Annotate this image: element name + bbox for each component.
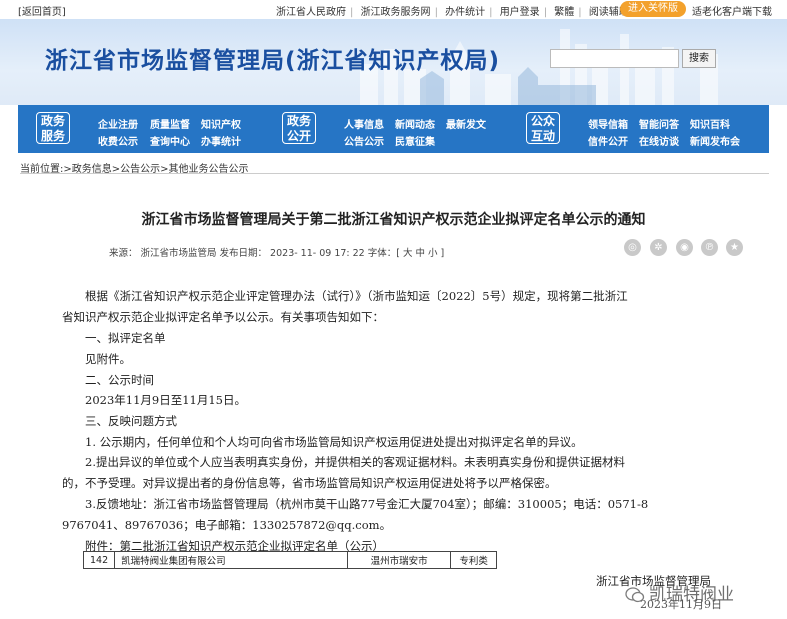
- attachment-table: 142 凯瑞特阀业集团有限公司 温州市瑞安市 专利类: [82, 551, 497, 569]
- divider: |: [578, 7, 582, 18]
- site-title: 浙江省市场监督管理局(浙江省知识产权局): [45, 48, 501, 74]
- article-paragraph: 见附件。: [85, 352, 131, 366]
- table-cell: 专利类: [450, 551, 497, 569]
- table-cell: 凯瑞特阀业集团有限公司: [114, 551, 349, 569]
- care-mode-button[interactable]: 进入关怀版: [620, 1, 686, 17]
- nav-group-gov-service[interactable]: 政务 服务: [36, 112, 70, 144]
- nav-item[interactable]: 在线访谈: [639, 133, 679, 148]
- nav-item[interactable]: 新闻发布会: [690, 133, 740, 148]
- nav-item[interactable]: 质量监督: [150, 116, 190, 131]
- divider: |: [434, 7, 438, 18]
- site-banner: 浙江省市场监督管理局(浙江省知识产权局) 搜索: [0, 19, 787, 105]
- elderly-app-download-link[interactable]: 适老化客户端下载: [692, 3, 772, 18]
- watermark: 凯瑞特阀业: [625, 580, 734, 605]
- nav-item[interactable]: 企业注册: [98, 116, 138, 131]
- nav-item[interactable]: 领导信箱: [588, 116, 628, 131]
- nav-item[interactable]: 民意征集: [395, 133, 435, 148]
- watermark-text: 凯瑞特阀业: [649, 585, 734, 605]
- main-nav: 政务 服务 企业注册 质量监督 知识产权 收费公示 查询中心 办事统计 政务 公开 …: [18, 105, 769, 153]
- table-cell: 142: [82, 551, 116, 569]
- article-title: 浙江省市场监督管理局关于第二批浙江省知识产权示范企业拟评定名单公示的通知: [141, 212, 646, 228]
- nav-item[interactable]: 人事信息: [344, 116, 384, 131]
- nav-item[interactable]: 智能问答: [639, 116, 679, 131]
- top-link-zj-gov[interactable]: 浙江省人民政府: [276, 7, 346, 18]
- nav-item[interactable]: 信件公开: [588, 133, 628, 148]
- article-paragraph: 3.反馈地址：浙江省市场监督管理局（杭州市莫干山路77号金汇大厦704室）；邮编…: [85, 497, 649, 511]
- search-button[interactable]: 搜索: [682, 49, 716, 68]
- divider: [20, 173, 769, 174]
- nav-group-gov-open[interactable]: 政务 公开: [282, 112, 316, 144]
- top-link-traditional[interactable]: 繁體: [554, 7, 574, 18]
- nav-item[interactable]: 最新发文: [446, 116, 486, 131]
- article-paragraph: 三、反映问题方式: [85, 414, 177, 428]
- top-links: 浙江省人民政府 | 浙江政务服务网 | 办件统计 | 用户登录 | 繁體 | 阅读辅助: [274, 3, 631, 18]
- table-row: 142 凯瑞特阀业集团有限公司 温州市瑞安市 专利类: [82, 551, 497, 569]
- article-paragraph: 的，不予受理。对异议提出者的身份信息等，省市场监管局知识产权运用促进处将予以严格…: [62, 476, 557, 490]
- top-link-stats[interactable]: 办件统计: [445, 7, 485, 18]
- top-utility-bar: [返回首页] 浙江省人民政府 | 浙江政务服务网 | 办件统计 | 用户登录 | 繁體 |…: [0, 0, 787, 19]
- article-paragraph: 2.提出异议的单位或个人应当表明真实身份，并提供相关的客观证据材料。未表明真实身…: [85, 455, 625, 469]
- nav-item[interactable]: 知识百科: [690, 116, 730, 131]
- divider: |: [543, 7, 548, 18]
- article-paragraph: 二、公示时间: [85, 373, 154, 387]
- wechat-logo-icon: [625, 587, 645, 603]
- article-paragraph: 一、拟评定名单: [85, 331, 166, 345]
- article-meta: 来源： 浙江省市场监管局 发布日期： 2023- 11- 09 17: 22 字…: [109, 248, 445, 259]
- friends-share-icon[interactable]: ℗: [701, 239, 718, 256]
- nav-item[interactable]: 办事统计: [201, 133, 241, 148]
- article-paragraph: 1. 公示期内，任何单位和个人均可向省市场监管局知识产权运用促进处提出对拟评定名…: [85, 435, 583, 449]
- divider: |: [489, 7, 493, 18]
- favorite-star-icon[interactable]: ★: [726, 239, 743, 256]
- nav-item[interactable]: 查询中心: [150, 133, 190, 148]
- divider: |: [350, 7, 354, 18]
- article-paragraph: 根据《浙江省知识产权示范企业评定管理办法（试行）》（浙市监知运〔2022〕5号）…: [85, 289, 628, 303]
- wechat-share-icon[interactable]: ◉: [676, 239, 693, 256]
- top-link-zj-service[interactable]: 浙江政务服务网: [361, 7, 431, 18]
- nav-item[interactable]: 收费公示: [98, 133, 138, 148]
- top-link-login[interactable]: 用户登录: [500, 7, 540, 18]
- qzone-share-icon[interactable]: ✲: [650, 239, 667, 256]
- weibo-share-icon[interactable]: ◎: [624, 239, 641, 256]
- nav-item[interactable]: 知识产权: [201, 116, 241, 131]
- nav-item[interactable]: 新闻动态: [395, 116, 435, 131]
- article-paragraph: 2023年11月9日至11月15日。: [85, 393, 246, 407]
- back-home-link[interactable]: [返回首页]: [18, 3, 66, 18]
- search-input[interactable]: [550, 49, 679, 68]
- article-paragraph: 省知识产权示范企业拟评定名单予以公示。有关事项告知如下：: [62, 310, 384, 324]
- nav-item[interactable]: 公告公示: [344, 133, 384, 148]
- table-cell: 温州市瑞安市: [347, 551, 452, 569]
- article-paragraph: 9767041、89767036；电子邮箱：1330257872@qq.com。: [62, 518, 392, 532]
- nav-group-public[interactable]: 公众 互动: [526, 112, 560, 144]
